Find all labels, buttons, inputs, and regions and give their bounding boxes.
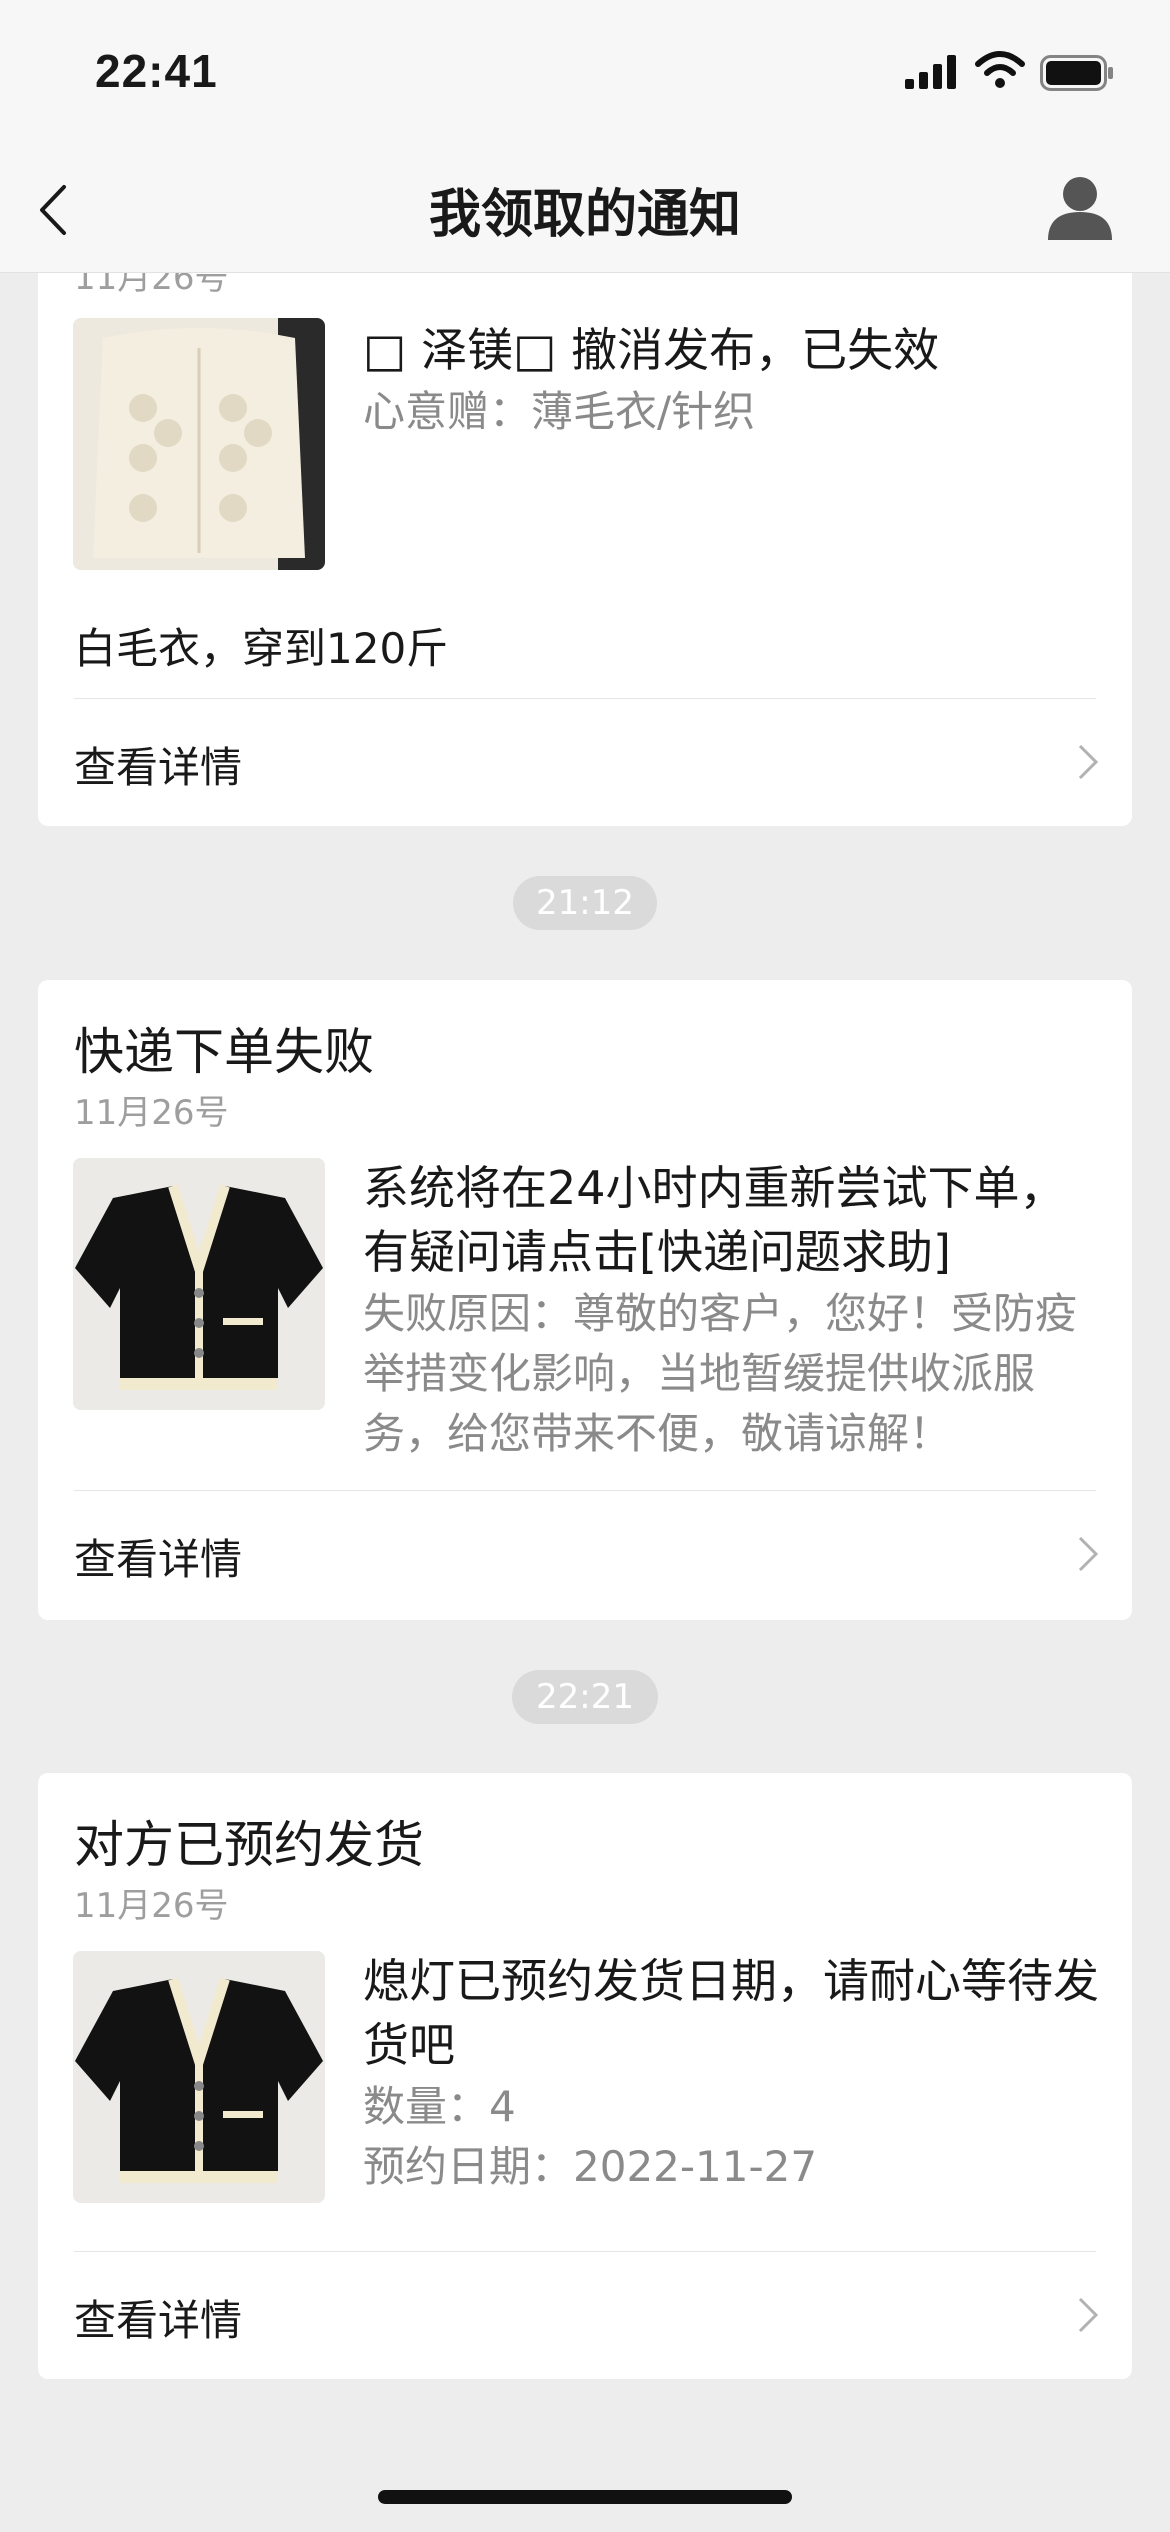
cellular-signal-icon [905,55,956,89]
quantity-text: 数量：4 [363,2082,516,2131]
time-divider: 22:21 [512,1670,658,1724]
card-info: 系统将在24小时内重新尝试下单，有疑问请点击[快递问题求助] 失败原因：尊敬的客… [363,1156,1108,1464]
card-sub-text: 失败原因：尊敬的客户，您好！受防疫举措变化影响，当地暂缓提供收派服务，给您带来不… [363,1289,1078,1458]
battery-icon [1040,55,1113,91]
view-details-label: 查看详情 [74,2296,243,2345]
divider [74,698,1096,699]
user-icon[interactable] [1045,172,1115,242]
card-main-text: 系统将在24小时内重新尝试下单，有疑问请点击[快递问题求助] [363,1161,1066,1279]
view-details-label: 查看详情 [74,1535,243,1584]
card-note: 白毛衣，穿到120斤 [74,624,449,673]
product-thumbnail [73,1158,325,1410]
notification-card[interactable]: 对方已预约发货 11月26号 熄灯已预约发货日期，请耐心等待发货吧 数量：4 预… [38,1773,1132,2379]
wifi-icon [975,51,1025,88]
card-date: 11月26号 [74,1093,229,1133]
notification-list: 11月26号 □ 泽镁□ 撤消发布，已失效 心意赠：薄毛衣/针织 白毛衣，穿到1… [0,0,1170,2532]
chevron-right-icon [1078,744,1099,780]
card-main-text: □ 泽镁□ 撤消发布，已失效 [363,323,940,377]
divider [74,2251,1096,2252]
card-date: 11月26号 [74,1886,229,1926]
status-bar: 22:41 [0,0,1170,150]
notification-card[interactable]: 11月26号 □ 泽镁□ 撤消发布，已失效 心意赠：薄毛衣/针织 白毛衣，穿到1… [38,230,1132,826]
view-details-row[interactable]: 查看详情 [38,1492,1132,1612]
time-divider: 21:12 [513,876,657,930]
appointment-date: 预约日期：2022-11-27 [363,2142,818,2191]
card-info: 熄灯已预约发货日期，请耐心等待发货吧 数量：4 预约日期：2022-11-27 [363,1949,1108,2197]
view-details-row[interactable]: 查看详情 [38,700,1132,820]
card-title: 对方已预约发货 [74,1816,424,1874]
card-info: □ 泽镁□ 撤消发布，已失效 心意赠：薄毛衣/针织 [363,318,1108,442]
navigation-bar: 我领取的通知 [0,150,1170,273]
chevron-right-icon [1078,2297,1099,2333]
product-thumbnail [73,1951,325,2203]
card-main-text: 熄灯已预约发货日期，请耐心等待发货吧 [363,1954,1099,2072]
view-details-label: 查看详情 [74,743,243,792]
card-sub-text: 心意赠：薄毛衣/针织 [363,387,756,436]
home-indicator [378,2490,792,2504]
product-thumbnail [73,318,325,570]
card-title: 快递下单失败 [74,1023,374,1081]
page-title: 我领取的通知 [428,185,741,245]
chevron-right-icon [1078,1536,1099,1572]
status-time: 22:41 [95,45,218,97]
view-details-row[interactable]: 查看详情 [38,2253,1132,2373]
notification-card[interactable]: 快递下单失败 11月26号 系统将在24小时内重新尝试下单，有疑问请点击[快递问… [38,980,1132,1620]
divider [74,1490,1096,1491]
